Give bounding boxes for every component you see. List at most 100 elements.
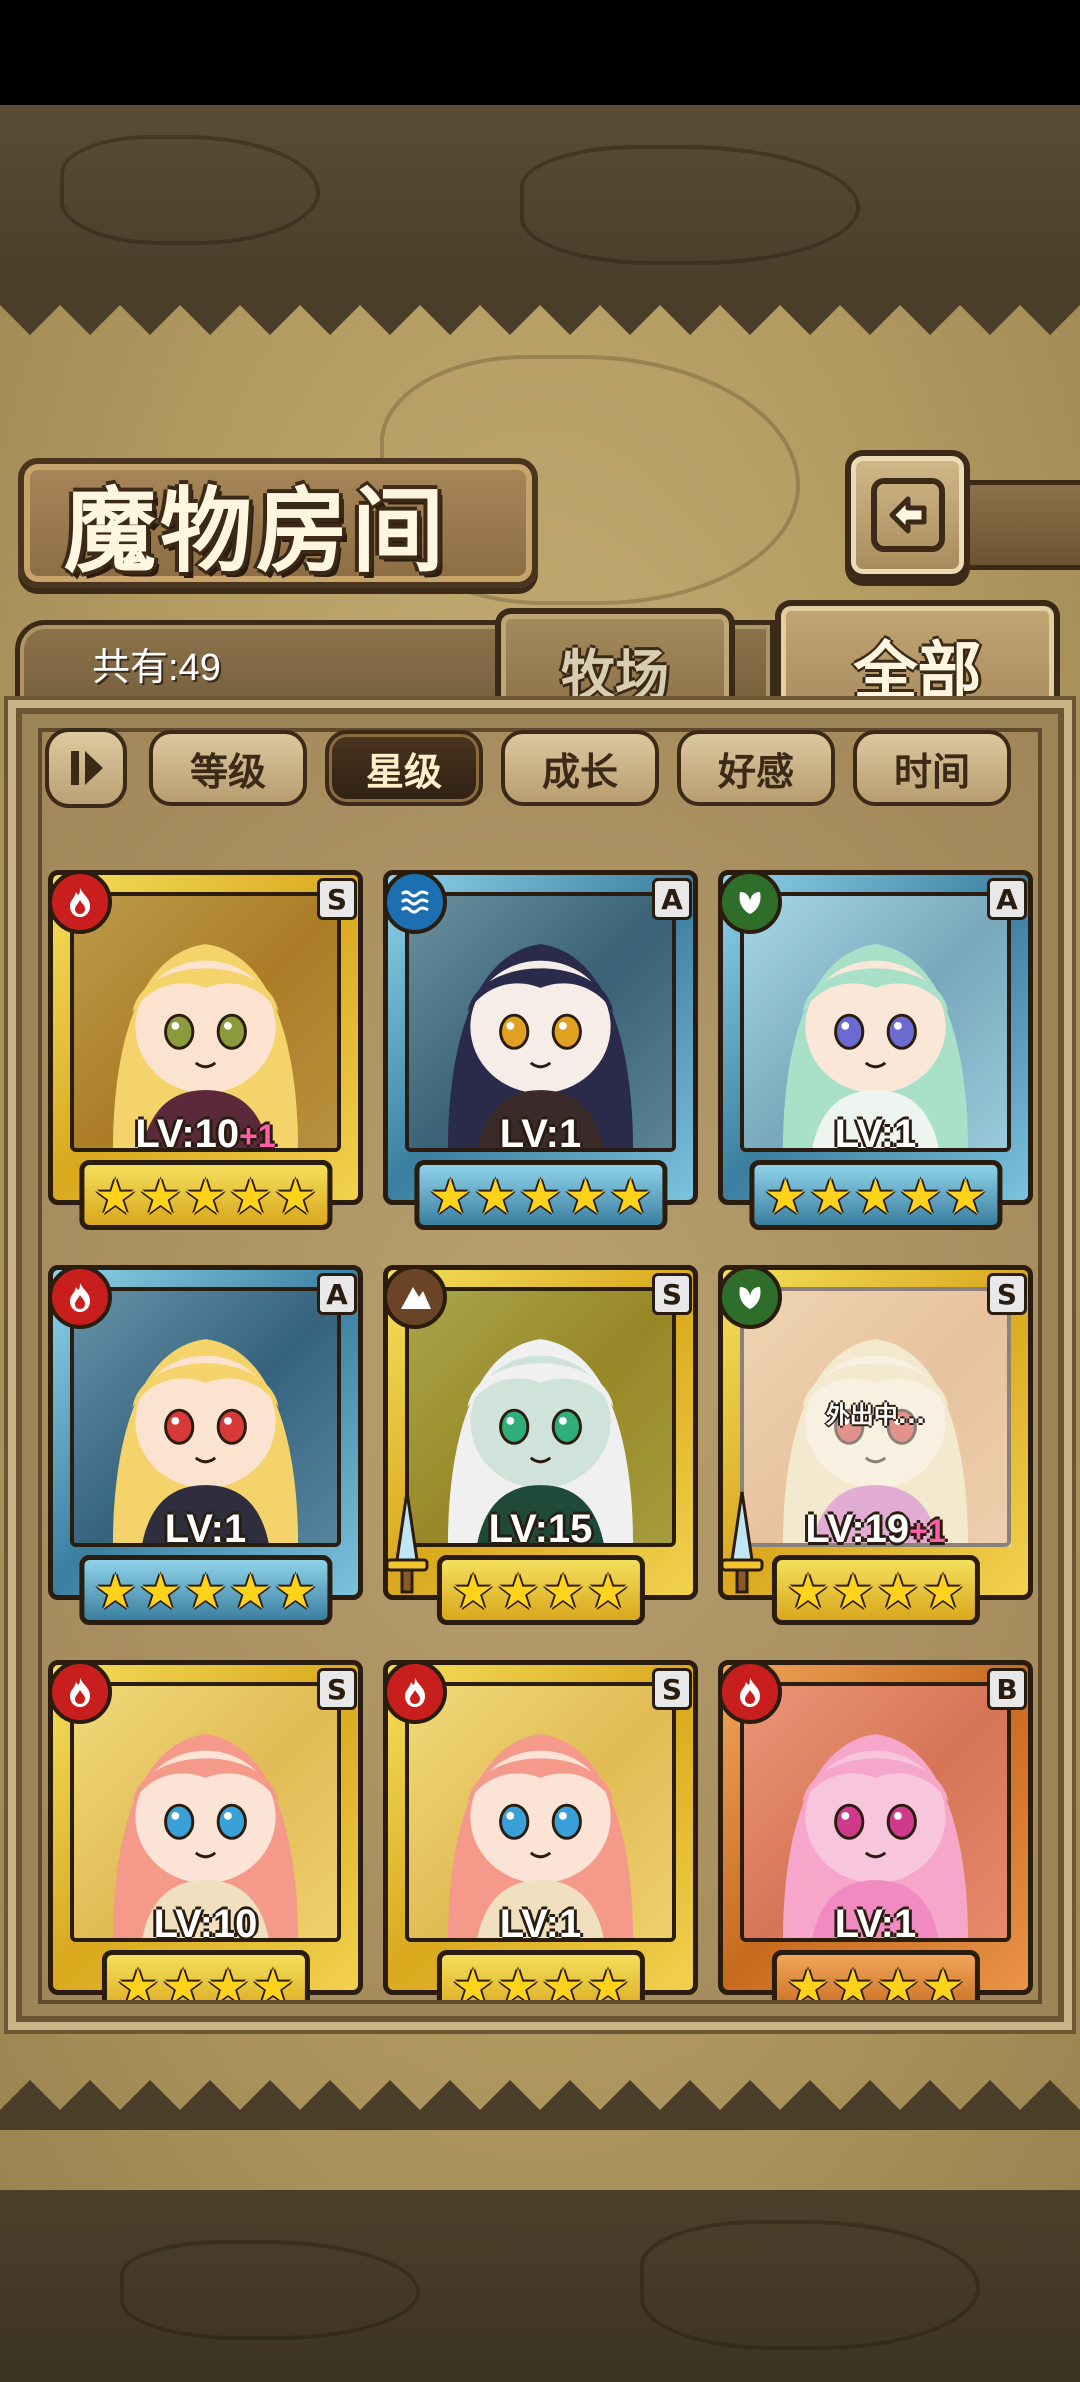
monster-card[interactable]: 外出中... S LV:19+1 ★ ★ ★ ★ <box>718 1265 1033 1635</box>
star-rating: ★ ★ ★ ★ <box>436 1555 645 1625</box>
star-icon: ★ <box>541 1564 585 1620</box>
map-background-top <box>0 105 1080 285</box>
monster-card[interactable]: A LV:1 ★ ★ ★ ★ ★ <box>718 870 1033 1240</box>
level-value: LV:10 <box>135 1112 240 1156</box>
star-icon: ★ <box>921 1564 965 1620</box>
star-icon: ★ <box>831 1959 875 2000</box>
star-rating: ★ ★ ★ ★ <box>771 1950 980 2000</box>
star-icon: ★ <box>518 1169 563 1225</box>
rank-badge: B <box>987 1668 1027 1710</box>
level-bonus: +1 <box>239 1118 276 1154</box>
level-value: LV:10 <box>153 1902 258 1946</box>
level-value: LV:1 <box>834 1112 917 1156</box>
rank-badge: S <box>652 1273 692 1315</box>
sort-level-button[interactable]: 等级 <box>149 730 307 806</box>
leaf-element-icon <box>718 1265 782 1329</box>
tab-ranch-label: 牧场 <box>561 642 669 707</box>
fire-element-icon <box>48 1265 112 1329</box>
star-icon: ★ <box>274 1564 318 1620</box>
sort-bar: 等级 星级 成长 好感 时间 <box>45 728 1035 812</box>
return-arrow-icon <box>870 478 945 552</box>
rank-badge: A <box>987 878 1027 920</box>
back-button[interactable] <box>845 450 970 580</box>
star-rating: ★ ★ ★ ★ ★ <box>78 1160 333 1230</box>
monster-card[interactable]: A LV:1 ★ ★ ★ ★ ★ <box>48 1265 363 1635</box>
star-icon: ★ <box>183 1169 228 1225</box>
level-value: LV:1 <box>834 1902 917 1946</box>
level-label: LV:19+1 <box>718 1507 1033 1552</box>
monster-card[interactable]: B LV:1 ★ ★ ★ ★ <box>718 1660 1033 2000</box>
star-icon: ★ <box>763 1169 807 1225</box>
level-value: LV:15 <box>488 1507 593 1551</box>
star-icon: ★ <box>138 1564 182 1620</box>
earth-element-icon <box>383 1265 447 1329</box>
star-icon: ★ <box>161 1959 205 2000</box>
star-icon: ★ <box>251 1959 295 2000</box>
star-icon: ★ <box>428 1169 472 1225</box>
rank-badge: A <box>652 878 692 920</box>
level-label: LV:1 <box>48 1507 363 1552</box>
water-element-icon <box>383 870 447 934</box>
fire-element-icon <box>48 870 112 934</box>
star-icon: ★ <box>853 1169 898 1225</box>
sort-order-icon <box>71 751 103 785</box>
level-label: LV:1 <box>383 1112 698 1157</box>
star-icon: ★ <box>808 1169 852 1225</box>
star-icon: ★ <box>876 1564 920 1620</box>
level-bonus: +1 <box>909 1513 946 1549</box>
star-icon: ★ <box>473 1169 517 1225</box>
star-icon: ★ <box>116 1959 160 2000</box>
star-icon: ★ <box>93 1564 137 1620</box>
star-icon: ★ <box>586 1959 630 2000</box>
star-rating: ★ ★ ★ ★ <box>436 1950 645 2000</box>
star-icon: ★ <box>451 1564 495 1620</box>
star-icon: ★ <box>183 1564 228 1620</box>
star-icon: ★ <box>786 1564 830 1620</box>
sort-affection-button[interactable]: 好感 <box>677 730 835 806</box>
star-rating: ★ ★ ★ ★ <box>101 1950 310 2000</box>
sort-star-button[interactable]: 星级 <box>325 730 483 806</box>
star-rating: ★ ★ ★ ★ ★ <box>78 1555 333 1625</box>
monster-card[interactable]: S LV:1 ★ ★ ★ ★ <box>383 1660 698 2000</box>
star-icon: ★ <box>206 1959 250 2000</box>
monster-card[interactable]: S LV:15 ★ ★ ★ ★ <box>383 1265 698 1635</box>
page-title: 魔物房间 <box>64 476 449 585</box>
fire-element-icon <box>48 1660 112 1724</box>
level-label: LV:1 <box>718 1902 1033 1947</box>
level-label: LV:10 <box>48 1902 363 1947</box>
star-rating: ★ ★ ★ ★ <box>771 1555 980 1625</box>
star-icon: ★ <box>586 1564 630 1620</box>
level-label: LV:1 <box>718 1112 1033 1157</box>
monster-card[interactable]: S LV:10+1 ★ ★ ★ ★ ★ <box>48 870 363 1240</box>
monster-card[interactable]: A LV:1 ★ ★ ★ ★ ★ <box>383 870 698 1240</box>
level-label: LV:10+1 <box>48 1112 363 1157</box>
zigzag-border-top <box>0 285 1080 335</box>
sort-growth-button[interactable]: 成长 <box>501 730 659 806</box>
star-icon: ★ <box>451 1959 495 2000</box>
star-icon: ★ <box>229 1564 273 1620</box>
star-icon: ★ <box>496 1959 540 2000</box>
star-icon: ★ <box>93 1169 137 1225</box>
fire-element-icon <box>718 1660 782 1724</box>
rank-badge: S <box>652 1668 692 1710</box>
sort-time-button[interactable]: 时间 <box>853 730 1011 806</box>
star-icon: ★ <box>921 1959 965 2000</box>
star-icon: ★ <box>786 1959 830 2000</box>
star-icon: ★ <box>229 1169 273 1225</box>
level-value: LV:19 <box>805 1507 910 1551</box>
star-icon: ★ <box>496 1564 540 1620</box>
status-bar <box>0 0 1080 105</box>
level-value: LV:1 <box>164 1507 247 1551</box>
star-icon: ★ <box>899 1169 943 1225</box>
star-icon: ★ <box>138 1169 182 1225</box>
sort-order-button[interactable] <box>45 728 127 808</box>
star-icon: ★ <box>541 1959 585 2000</box>
monster-card[interactable]: S LV:10 ★ ★ ★ ★ <box>48 1660 363 2000</box>
rank-badge: S <box>987 1273 1027 1315</box>
fire-element-icon <box>383 1660 447 1724</box>
level-value: LV:1 <box>499 1902 582 1946</box>
star-rating: ★ ★ ★ ★ ★ <box>748 1160 1003 1230</box>
star-icon: ★ <box>274 1169 318 1225</box>
rank-badge: A <box>317 1273 357 1315</box>
zigzag-border-bottom <box>0 2080 1080 2130</box>
